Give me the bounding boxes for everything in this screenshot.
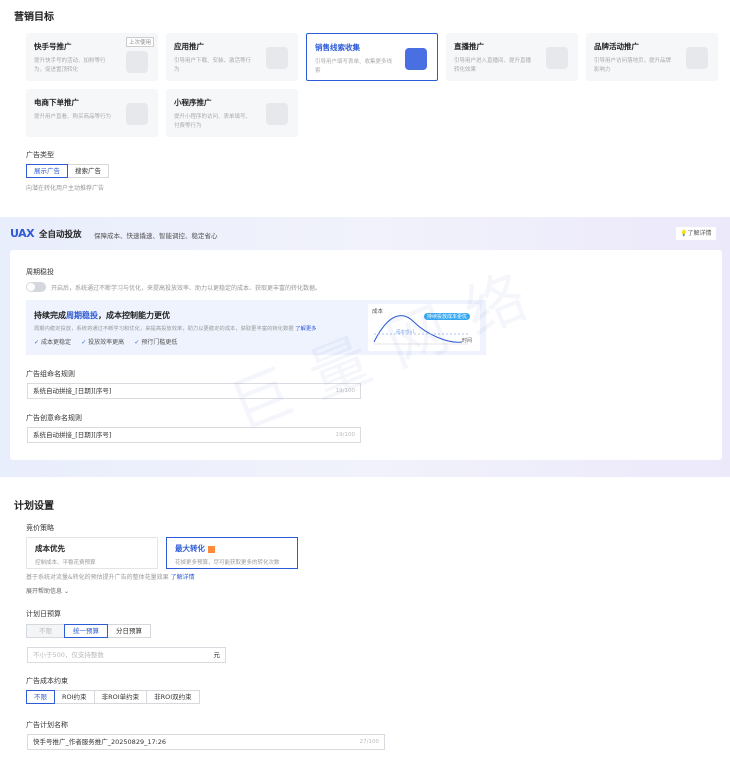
budget-group: 不限 统一预算 分日预算 — [26, 624, 151, 638]
card-desc: 引导用户填写表单、收集更多线索 — [315, 59, 393, 74]
group-rule-value: 系统自动拼接_[日期][序号] — [33, 387, 112, 395]
card-ecommerce-promo[interactable]: 电商下单推广 提升用户直看、购买商品等行为 — [26, 89, 158, 137]
card-desc: 提升快手号的活动、加粉等行为，促进置顶转化 — [34, 58, 106, 73]
bid-title: 最大转化 — [175, 543, 289, 554]
uax-logo: UAX — [10, 227, 35, 240]
plan-name-value: 快手号推广_作者服务推广_20250829_17:26 — [33, 738, 167, 746]
play-icon — [546, 47, 568, 69]
card-desc: 提升用户直看、购买商品等行为 — [34, 114, 112, 120]
card-lead-collection[interactable]: 销售线索收集 引导用户填写表单、收集更多线索 — [306, 33, 438, 81]
card-desc: 引导用户进入直播间、提升直播转化效果 — [454, 58, 532, 73]
learn-more-label: 了解详情 — [687, 230, 712, 237]
crown-icon — [686, 47, 708, 69]
group-rule-label: 广告组命名规则 — [26, 370, 75, 378]
bid-label: 竞价策略 — [26, 524, 54, 532]
promo-checks: ✓ 成本更稳定 ✓ 投放效率更高 ✓ 预行门槛更低 — [34, 337, 185, 346]
bid-desc: 花掉更多预算，尽可能获取更多的转化次数 — [175, 560, 280, 566]
ad-type-display[interactable]: 展示广告 — [26, 164, 68, 178]
creative-rule-count: 19/100 — [335, 432, 355, 438]
plan-name-input[interactable]: 快手号推广_作者服务推广_20250829_17:26 27/100 — [27, 734, 385, 750]
budget-unlimited[interactable]: 不限 — [26, 624, 65, 638]
last-used-tag: 上次使用 — [125, 37, 154, 47]
creative-rule-value: 系统自动拼接_[日期][序号] — [33, 431, 112, 439]
creative-rule-input[interactable]: 系统自动拼接_[日期][序号] 19/100 — [27, 427, 361, 443]
check-icon: ✓ 成本更稳定 — [34, 339, 71, 346]
ad-type-label: 广告类型 — [26, 151, 54, 159]
chevron-down-icon: ⌄ — [63, 588, 69, 595]
bid-hint: 基于系统对流量&转化的预估提升广告的整体花量效果 了解详情 — [26, 574, 195, 581]
card-miniprogram-promo[interactable]: 小程序推广 提升小程序的访问、表单填写、付费等行为 — [166, 89, 298, 137]
card-brand-promo[interactable]: 品牌活动推广 引导用户访问落地页，提升品牌影响力 — [586, 33, 718, 81]
cycle-toggle[interactable] — [26, 282, 46, 292]
bid-cost-first[interactable]: 成本优先 控制成本、平稳花费预算 — [26, 537, 158, 569]
promo-title: 持续完成周期稳投，成本控制能力更优 — [34, 311, 170, 320]
cost-nonroi-single[interactable]: 非ROI单约束 — [93, 690, 148, 704]
card-live-promo[interactable]: 直播推广 引导用户进入直播间、提升直播转化效果 — [446, 33, 578, 81]
card-desc: 引导用户访问落地页，提升品牌影响力 — [594, 58, 672, 73]
cost-label: 广告成本约束 — [26, 677, 68, 685]
cost-group: 不限 ROI约束 非ROI单约束 非ROI双约束 — [26, 690, 200, 704]
cart-icon — [126, 103, 148, 125]
uax-title: 全自动投放 — [39, 230, 82, 240]
bid-max-conversion[interactable]: 最大转化 花掉更多预算，尽可能获取更多的转化次数 — [166, 537, 298, 569]
ad-type-group: 展示广告 搜索广告 — [26, 164, 109, 178]
app-icon — [266, 47, 288, 69]
check-icon: ✓ 预行门槛更低 — [134, 339, 178, 346]
budget-label: 计划日预算 — [26, 610, 61, 618]
budget-unit: 元 — [213, 651, 221, 659]
cycle-label: 周期稳投 — [26, 268, 54, 276]
cost-unlimited[interactable]: 不限 — [26, 690, 55, 704]
learn-more-button[interactable]: 💡了解详情 — [676, 227, 716, 240]
promo-desc: 周期内稳定投放，系统将通过不断学习和优化，来提高投放效率，助力以更稳定的成本，获… — [34, 326, 317, 332]
card-desc: 提升小程序的访问、表单填写、付费等行为 — [174, 114, 252, 129]
ad-type-hint: 向潜在转化用户主动推荐广告 — [26, 185, 105, 192]
budget-placeholder: 不小于500，仅支持整数 — [33, 651, 104, 659]
hot-badge-icon — [207, 545, 215, 553]
cost-roi[interactable]: ROI约束 — [54, 690, 95, 704]
plan-title: 计划设置 — [14, 501, 54, 512]
plan-name-count: 27/100 — [359, 739, 379, 745]
miniprogram-icon — [266, 103, 288, 125]
person-icon — [126, 51, 148, 73]
uax-subtitle: 保障成本、快速撬速、智能调控、稳定省心 — [94, 232, 218, 240]
marketing-title: 营销目标 — [14, 12, 54, 23]
bid-title: 成本优先 — [35, 544, 65, 553]
expand-help[interactable]: 展开帮助信息 ⌄ — [26, 586, 69, 595]
budget-unified[interactable]: 统一预算 — [64, 624, 108, 638]
card-app-promo[interactable]: 应用推广 引导用户下载、安装、激活等行为 — [166, 33, 298, 81]
creative-rule-label: 广告创意命名规则 — [26, 414, 82, 422]
bid-hint-link[interactable]: 了解详情 — [171, 574, 195, 581]
card-kuaishou-promo[interactable]: 快手号推广 提升快手号的活动、加粉等行为，促进置顶转化 上次使用 — [26, 33, 158, 81]
check-icon: ✓ 投放效率更高 — [81, 339, 125, 346]
plan-name-label: 广告计划名称 — [26, 721, 68, 729]
budget-input[interactable]: 不小于500，仅支持整数 元 — [27, 647, 226, 663]
bid-desc: 控制成本、平稳花费预算 — [35, 560, 96, 566]
cycle-hint: 开启后，系统通过不断学习与优化，来提高投放效率、助力以更稳定的成本、获取更丰富的… — [51, 285, 322, 292]
form-icon — [405, 48, 427, 70]
budget-daily[interactable]: 分日预算 — [107, 624, 151, 638]
cost-nonroi-double[interactable]: 非ROI双约束 — [146, 690, 200, 704]
ad-type-search[interactable]: 搜索广告 — [67, 164, 109, 178]
card-desc: 引导用户下载、安装、激活等行为 — [174, 58, 252, 73]
